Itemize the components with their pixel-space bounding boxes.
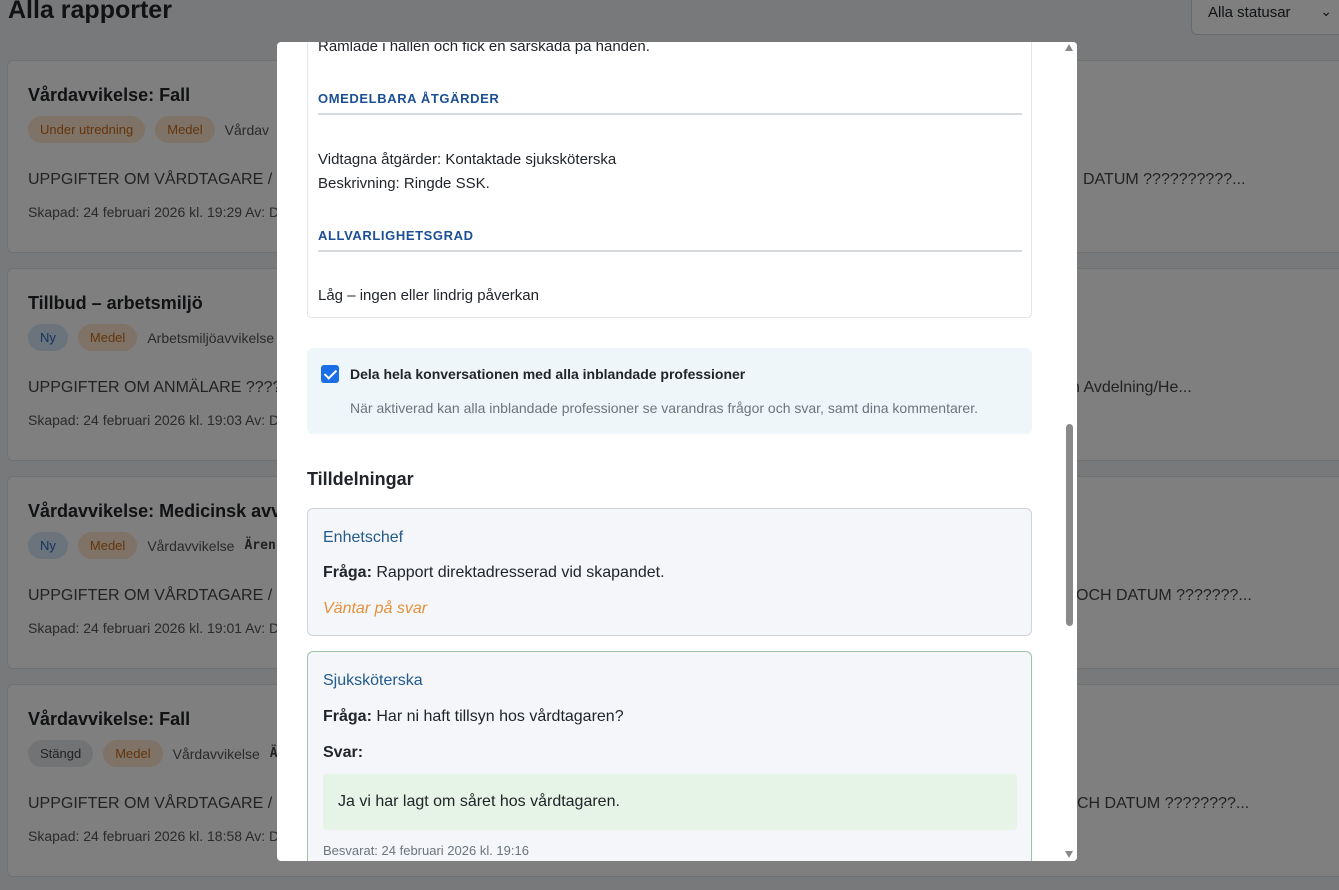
assignment-card: Enhetschef Fråga: Rapport direktadresser… xyxy=(307,508,1032,636)
assignment-role: Sjuksköterska xyxy=(323,672,423,689)
scroll-up-arrow-icon[interactable] xyxy=(1065,44,1073,51)
question-label: Fråga: xyxy=(323,708,372,725)
report-content-box: Ramlade i hallen och fick en sårskada på… xyxy=(307,42,1032,318)
scrollbar-thumb[interactable] xyxy=(1066,424,1073,626)
report-detail-modal: Ramlade i hallen och fick en sårskada på… xyxy=(277,42,1077,861)
actions-taken: Vidtagna åtgärder: Kontaktade sjuksköter… xyxy=(318,151,617,168)
assignment-question: Fråga: Har ni haft tillsyn hos vårdtagar… xyxy=(323,708,624,726)
assignments-title: Tilldelningar xyxy=(307,469,414,489)
section-heading-severity: ALLVARLIGHETSGRAD xyxy=(318,228,1022,252)
modal-scrollbar[interactable] xyxy=(1062,42,1077,861)
share-conversation-label[interactable]: Dela hela konversationen med alla inblan… xyxy=(350,366,745,382)
share-conversation-help: När aktiverad kan alla inblandade profes… xyxy=(350,400,978,416)
question-label: Fråga: xyxy=(323,564,372,581)
pending-status: Väntar på svar xyxy=(323,600,428,617)
answer-label: Svar: xyxy=(323,744,364,761)
share-conversation-panel: Dela hela konversationen med alla inblan… xyxy=(307,348,1032,434)
modal-scroll-content: Ramlade i hallen och fick en sårskada på… xyxy=(277,42,1062,861)
assignment-role: Enhetschef xyxy=(323,529,404,546)
actions-description: Beskrivning: Ringde SSK. xyxy=(318,175,490,192)
report-description: Ramlade i hallen och fick en sårskada på… xyxy=(318,42,650,55)
answer-box: Ja vi har lagt om såret hos vårdtagaren. xyxy=(323,774,1017,830)
section-heading-actions: OMEDELBARA ÅTGÄRDER xyxy=(318,91,1022,115)
severity-value: Låg – ingen eller lindrig påverkan xyxy=(318,287,539,304)
answered-timestamp: Besvarat: 24 februari 2026 kl. 19:16 xyxy=(323,843,529,858)
question-text: Rapport direktadresserad vid skapandet. xyxy=(376,564,665,581)
share-conversation-checkbox[interactable] xyxy=(321,365,339,383)
question-text: Har ni haft tillsyn hos vårdtagaren? xyxy=(376,708,624,725)
scroll-down-arrow-icon[interactable] xyxy=(1065,851,1073,858)
assignment-question: Fråga: Rapport direktadresserad vid skap… xyxy=(323,564,665,582)
assignment-card: Sjuksköterska Fråga: Har ni haft tillsyn… xyxy=(307,651,1032,861)
